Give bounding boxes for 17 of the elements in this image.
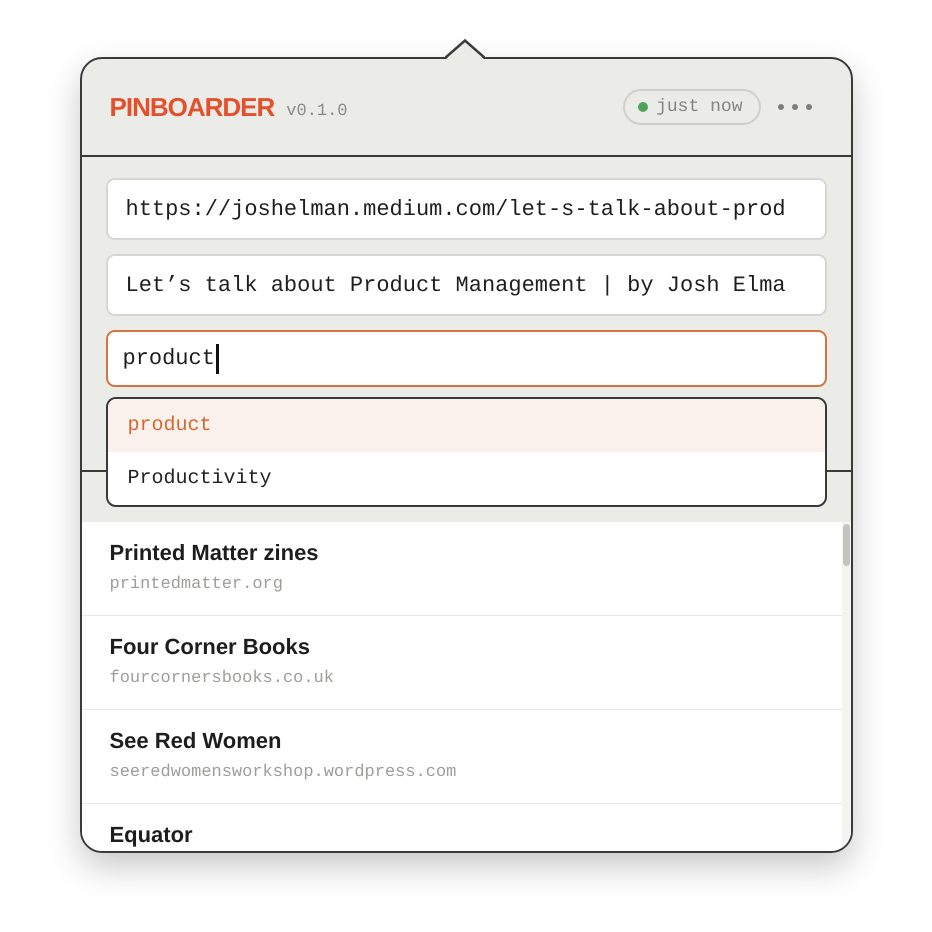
bookmark-url: seeredwomensworkshop.wordpress.com — [110, 762, 456, 784]
text-cursor-icon — [216, 344, 219, 374]
app-logo: PINBOARDER — [110, 92, 274, 122]
url-field[interactable]: https://joshelman.medium.com/let-s-talk-about-prod — [106, 178, 826, 240]
bookmark-title: See Red Women — [110, 728, 282, 754]
bookmark-url: printedmatter.org — [110, 574, 283, 596]
tag-field[interactable]: product — [106, 330, 826, 387]
scrollbar-thumb[interactable] — [842, 524, 850, 566]
bookmark-url: fourcornersbooks.co.uk — [110, 668, 334, 690]
sync-status-label: just now — [656, 97, 742, 117]
bookmark-title: Printed Matter zines — [110, 540, 319, 566]
suggestion-item[interactable]: Productivity — [108, 452, 824, 505]
bookmark-title: Equator — [110, 822, 193, 848]
title-field[interactable]: Let’s talk about Product Management | by Josh Elma — [106, 254, 826, 316]
more-icon[interactable] — [776, 103, 812, 111]
bookmark-title: Four Corner Books — [110, 634, 310, 660]
version-label: v0.1.0 — [286, 102, 348, 120]
